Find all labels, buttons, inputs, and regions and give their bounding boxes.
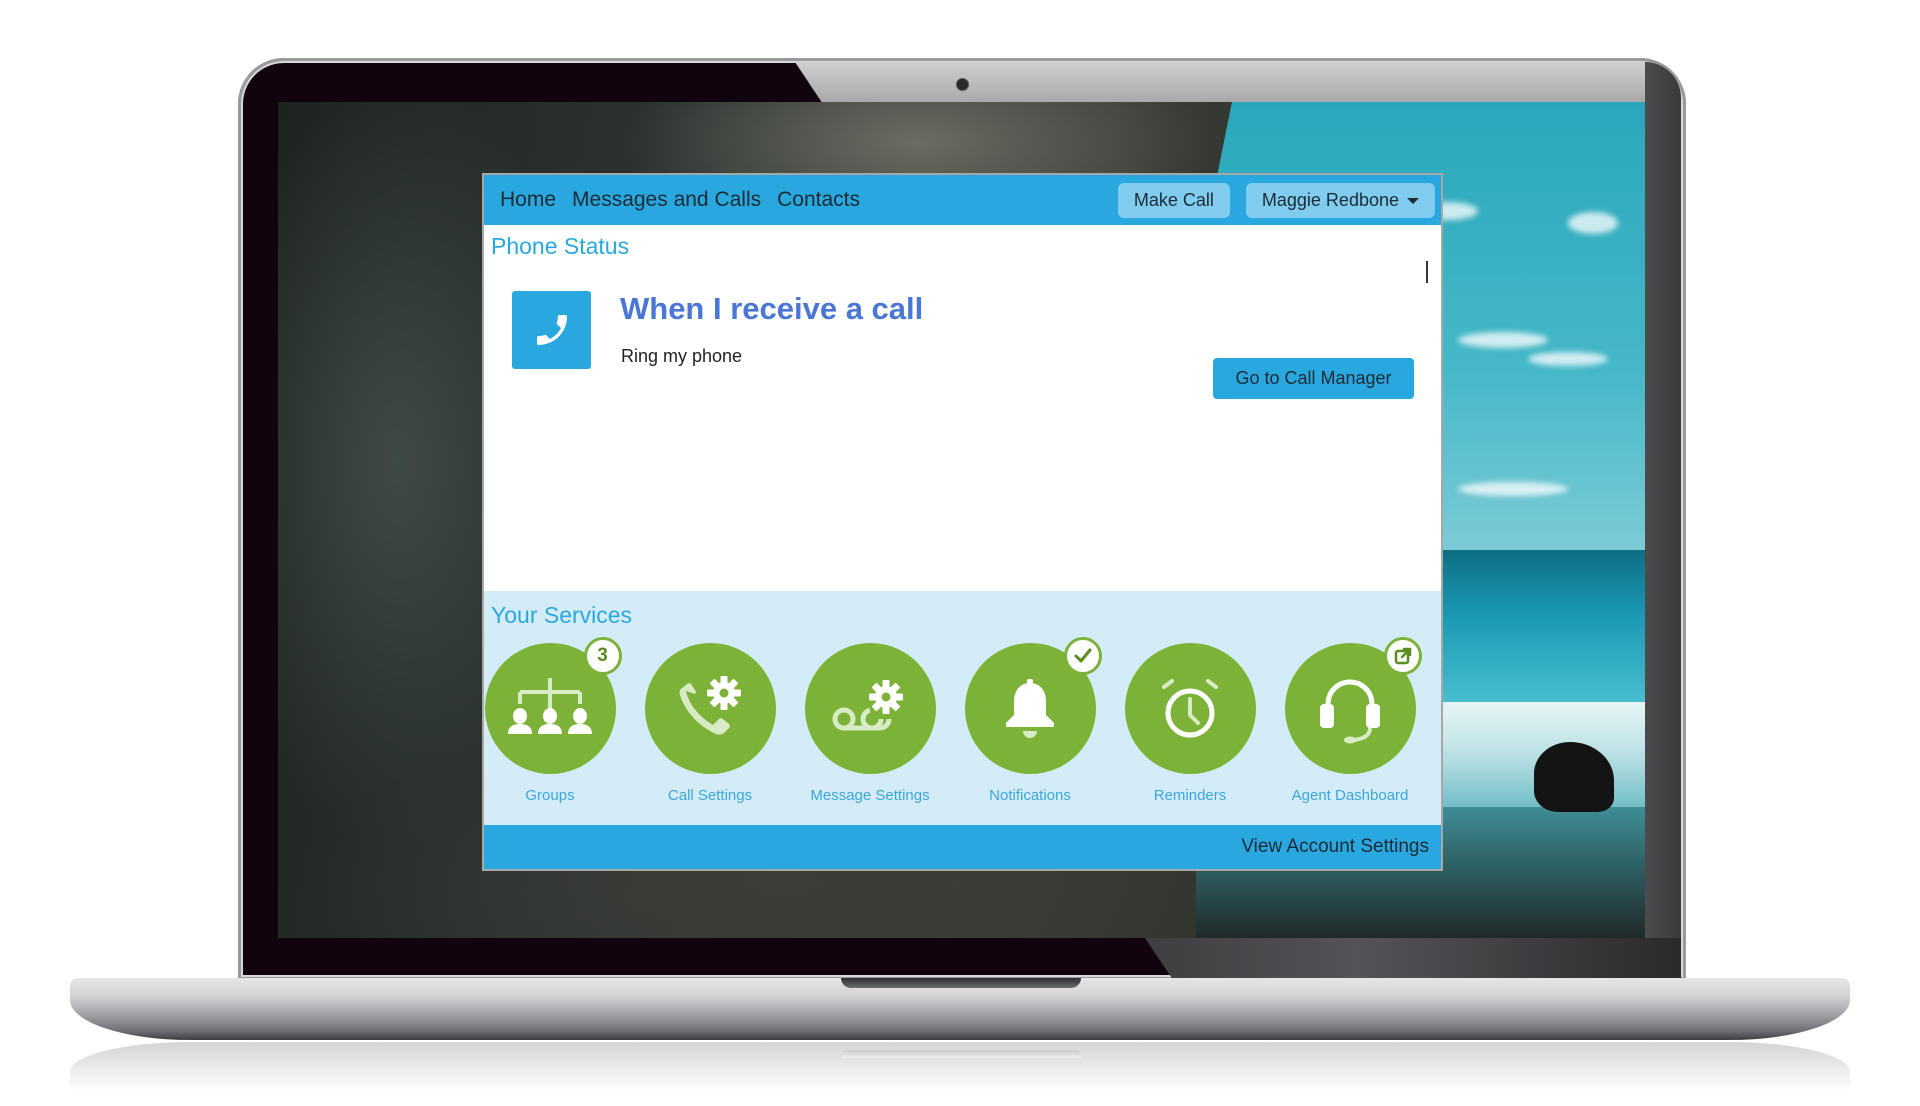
nav-contacts[interactable]: Contacts bbox=[777, 188, 860, 212]
voicemail-settings-glyph bbox=[832, 679, 903, 730]
service-label: Notifications bbox=[989, 787, 1071, 804]
service-label: Agent Dashboard bbox=[1291, 787, 1409, 804]
groups-glyph bbox=[508, 677, 592, 734]
external-link-icon bbox=[1383, 637, 1422, 675]
service-notifications[interactable]: Notifications bbox=[950, 637, 1110, 804]
app-window: Home Messages and Calls Contacts Make Ca… bbox=[482, 173, 1443, 871]
service-reminders[interactable]: Reminders bbox=[1110, 643, 1270, 804]
phone-glyph bbox=[536, 315, 567, 345]
call-rule-heading: When I receive a call bbox=[620, 291, 924, 326]
lid-glare bbox=[795, 62, 1681, 102]
user-name: Maggie Redbone bbox=[1261, 189, 1399, 210]
lid-glare-right bbox=[1645, 62, 1681, 980]
alarm-clock-icon bbox=[1124, 643, 1256, 774]
bell-icon bbox=[964, 637, 1102, 774]
wallpaper-cloud bbox=[1568, 212, 1618, 234]
service-label: Reminders bbox=[1153, 787, 1227, 804]
service-label: Call Settings bbox=[667, 787, 753, 804]
phone-status-panel: Phone Status When I receive a call Ring … bbox=[484, 225, 1441, 591]
text-cursor bbox=[1426, 261, 1428, 283]
call-settings-glyph bbox=[679, 675, 741, 735]
headset-icon bbox=[1284, 637, 1422, 774]
wallpaper-cloud bbox=[1458, 482, 1568, 496]
phone-icon bbox=[512, 291, 591, 369]
service-agent-dashboard[interactable]: Agent Dashboard bbox=[1270, 637, 1430, 804]
headset-glyph bbox=[1320, 679, 1380, 743]
bell-glyph bbox=[1006, 678, 1054, 738]
service-call-settings[interactable]: Call Settings bbox=[630, 643, 790, 804]
groups-count-badge: 3 bbox=[583, 637, 622, 675]
top-nav: Home Messages and Calls Contacts Make Ca… bbox=[484, 175, 1441, 225]
go-to-call-manager-button[interactable]: Go to Call Manager bbox=[1213, 358, 1414, 399]
groups-icon: 3 bbox=[484, 637, 622, 774]
phone-status-title: Phone Status bbox=[491, 233, 630, 259]
check-icon bbox=[1063, 637, 1102, 675]
lid-glare-bottom bbox=[1145, 938, 1681, 978]
footer-bar: View Account Settings bbox=[484, 825, 1441, 869]
service-label: Message Settings bbox=[810, 787, 930, 804]
services-panel: Your Services 3 Groups Call Settings Mes… bbox=[484, 591, 1441, 827]
make-call-button[interactable]: Make Call bbox=[1117, 182, 1230, 218]
services-title: Your Services bbox=[491, 602, 633, 628]
laptop-notch bbox=[841, 978, 1081, 988]
make-call-label: Make Call bbox=[1133, 189, 1214, 210]
call-settings-icon bbox=[644, 643, 776, 774]
laptop-reflection-notch bbox=[841, 1050, 1081, 1058]
nav-home[interactable]: Home bbox=[500, 188, 556, 212]
voicemail-settings-icon bbox=[804, 643, 936, 774]
call-rule-description: Ring my phone bbox=[621, 346, 743, 366]
alarm-clock-glyph bbox=[1162, 678, 1218, 737]
chevron-down-icon bbox=[1407, 198, 1419, 204]
nav-actions: Make Call Maggie Redbone bbox=[1117, 182, 1435, 218]
user-menu-button[interactable]: Maggie Redbone bbox=[1245, 182, 1435, 218]
service-groups[interactable]: 3 Groups bbox=[470, 637, 630, 804]
service-label: Groups bbox=[525, 787, 575, 804]
wallpaper-cloud bbox=[1528, 352, 1608, 366]
service-message-settings[interactable]: Message Settings bbox=[790, 643, 950, 804]
wallpaper-cloud bbox=[1458, 332, 1548, 348]
webcam-icon bbox=[957, 79, 968, 90]
nav-messages-and-calls[interactable]: Messages and Calls bbox=[572, 188, 761, 212]
view-account-settings-link[interactable]: View Account Settings bbox=[1241, 836, 1429, 858]
